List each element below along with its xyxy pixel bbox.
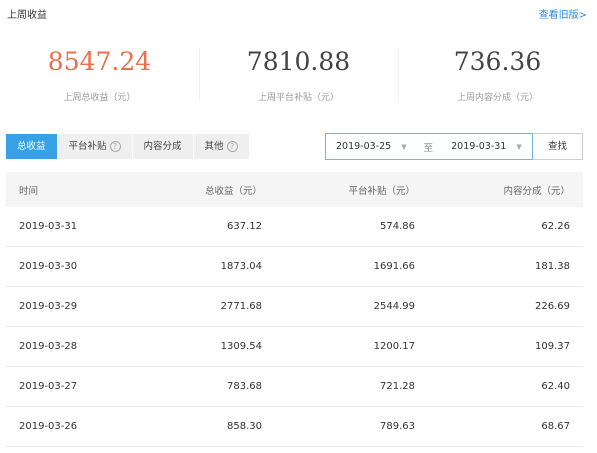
cell-content: 62.26 (541, 221, 570, 232)
stat-content: 736.36 上周内容分成（元） (398, 40, 597, 110)
help-icon[interactable]: ? (109, 141, 121, 152)
tab-subsidy-label: 平台补贴 (68, 141, 107, 152)
table-row: 2019-03-28 1309.54 1200.17 109.37 (6, 327, 583, 367)
cell-subsidy: 721.28 (380, 381, 415, 392)
stat-subsidy-value: 7810.88 (246, 47, 351, 76)
caret-down-icon: ▼ (401, 142, 407, 151)
summary-stats: 8547.24 上周总收益（元） 7810.88 上周平台补贴（元） 736.3… (0, 40, 597, 110)
table-row: 2019-03-26 858.30 789.63 68.67 (6, 407, 583, 447)
cell-total: 2771.68 (220, 301, 262, 312)
cell-date: 2019-03-29 (19, 301, 78, 312)
cell-date: 2019-03-27 (19, 381, 78, 392)
cell-content: 226.69 (535, 301, 570, 312)
page-title: 上周收益 (7, 10, 47, 21)
stat-subsidy-label: 上周平台补贴（元） (257, 93, 339, 103)
stat-content-label: 上周内容分成（元） (456, 93, 538, 103)
cell-total: 1309.54 (220, 341, 262, 352)
start-date-field[interactable]: 2019-03-25 ▼ (336, 141, 407, 152)
end-date-value: 2019-03-31 (451, 141, 507, 152)
table-row: 2019-03-31 637.12 574.86 62.26 (6, 207, 583, 247)
header-date: 时间 (19, 185, 39, 197)
cell-total: 858.30 (227, 421, 262, 432)
table-row: 2019-03-29 2771.68 2544.99 226.69 (6, 287, 583, 327)
cell-content: 109.37 (535, 341, 570, 352)
tab-content-share-label: 内容分成 (143, 141, 182, 152)
stat-subsidy: 7810.88 上周平台补贴（元） (199, 40, 398, 110)
cell-subsidy: 2544.99 (373, 301, 415, 312)
header-content: 内容分成（元） (503, 185, 570, 197)
header-subsidy: 平台补贴（元） (348, 185, 415, 197)
earnings-page: 上周收益 查看旧版> 8547.24 上周总收益（元） 7810.88 上周平台… (0, 0, 597, 453)
end-date-field[interactable]: 2019-03-31 ▼ (451, 141, 522, 152)
earnings-table: 时间 总收益（元） 平台补贴（元） 内容分成（元） 2019-03-31 637… (6, 172, 583, 447)
start-date-value: 2019-03-25 (336, 141, 392, 152)
stat-total-value: 8547.24 (47, 47, 152, 76)
tab-content-share[interactable]: 内容分成 (133, 134, 194, 159)
cell-date: 2019-03-30 (19, 261, 78, 272)
cell-date: 2019-03-26 (19, 421, 78, 432)
cell-content: 68.67 (541, 421, 570, 432)
cell-subsidy: 789.63 (380, 421, 415, 432)
date-range-picker: 2019-03-25 ▼ 至 2019-03-31 ▼ (325, 133, 533, 160)
cell-content: 62.40 (541, 381, 570, 392)
date-separator: 至 (423, 142, 434, 154)
cell-total: 637.12 (227, 221, 262, 232)
tab-other[interactable]: 其他 ? (194, 134, 249, 159)
table-row: 2019-03-30 1873.04 1691.66 181.38 (6, 247, 583, 287)
header-total: 总收益（元） (204, 185, 262, 197)
stat-total: 8547.24 上周总收益（元） (0, 40, 199, 110)
stat-content-value: 736.36 (453, 47, 542, 76)
cell-subsidy: 574.86 (380, 221, 415, 232)
cell-total: 1873.04 (220, 261, 262, 272)
table-header: 时间 总收益（元） 平台补贴（元） 内容分成（元） (6, 172, 583, 207)
cell-subsidy: 1691.66 (373, 261, 415, 272)
cell-date: 2019-03-31 (19, 221, 78, 232)
earnings-tabs: 总收益 平台补贴 ? 内容分成 其他 ? (6, 134, 249, 159)
stat-total-label: 上周总收益（元） (63, 93, 136, 103)
cell-total: 783.68 (227, 381, 262, 392)
caret-down-icon: ▼ (516, 142, 522, 151)
history-version-link[interactable]: 查看旧版> (539, 6, 587, 21)
tab-total[interactable]: 总收益 (6, 134, 58, 159)
help-icon[interactable]: ? (226, 141, 238, 152)
table-row: 2019-03-27 783.68 721.28 62.40 (6, 367, 583, 407)
cell-date: 2019-03-28 (19, 341, 78, 352)
cell-subsidy: 1200.17 (373, 341, 415, 352)
search-button[interactable]: 查找 (533, 133, 583, 160)
tab-total-label: 总收益 (17, 141, 46, 152)
tab-other-label: 其他 (204, 141, 224, 152)
tab-subsidy[interactable]: 平台补贴 ? (58, 134, 133, 159)
cell-content: 181.38 (535, 261, 570, 272)
